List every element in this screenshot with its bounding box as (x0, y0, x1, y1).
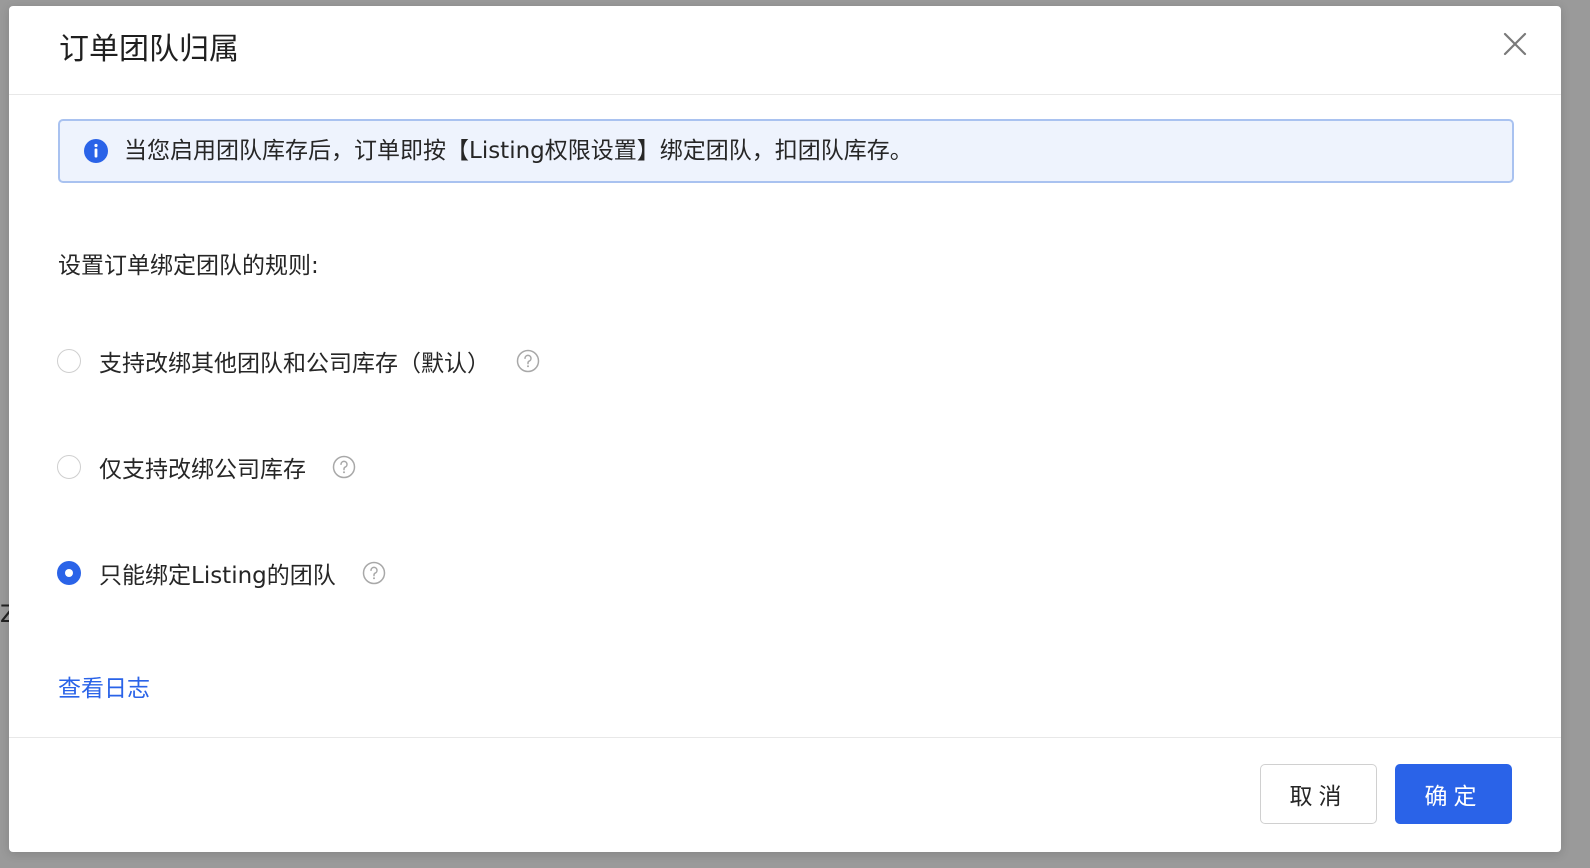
radio-label: 仅支持改绑公司库存 (99, 457, 306, 483)
radio-button[interactable] (57, 455, 81, 479)
rules-label: 设置订单绑定团队的规则: (58, 253, 319, 279)
help-icon[interactable] (516, 349, 540, 373)
dialog-title: 订单团队归属 (59, 32, 239, 67)
radio-label: 支持改绑其他团队和公司库存（默认） (99, 351, 490, 377)
dialog-footer: 取消 确定 (9, 737, 1561, 853)
confirm-button[interactable]: 确定 (1395, 764, 1512, 824)
help-icon[interactable] (362, 561, 386, 585)
view-log-link[interactable]: 查看日志 (58, 673, 150, 705)
help-icon[interactable] (332, 455, 356, 479)
order-team-dialog: 订单团队归属 当您启用团队库存后，订单即按【Listing权限设置】绑定团队，扣… (9, 6, 1561, 852)
radio-button-checked[interactable] (57, 561, 81, 585)
radio-option-change-team-and-company[interactable]: 支持改绑其他团队和公司库存（默认） (57, 341, 540, 381)
radio-button[interactable] (57, 349, 81, 373)
radio-label: 只能绑定Listing的团队 (99, 563, 336, 589)
radio-option-company-only[interactable]: 仅支持改绑公司库存 (57, 447, 356, 487)
cancel-button[interactable]: 取消 (1260, 764, 1377, 824)
close-icon (1503, 32, 1527, 56)
info-alert: 当您启用团队库存后，订单即按【Listing权限设置】绑定团队，扣团队库存。 (58, 119, 1514, 183)
alert-text: 当您启用团队库存后，订单即按【Listing权限设置】绑定团队，扣团队库存。 (124, 138, 913, 164)
close-button[interactable] (1499, 28, 1531, 60)
dialog-header: 订单团队归属 (9, 6, 1561, 95)
radio-option-listing-team-only[interactable]: 只能绑定Listing的团队 (57, 553, 386, 593)
info-icon (84, 139, 108, 163)
